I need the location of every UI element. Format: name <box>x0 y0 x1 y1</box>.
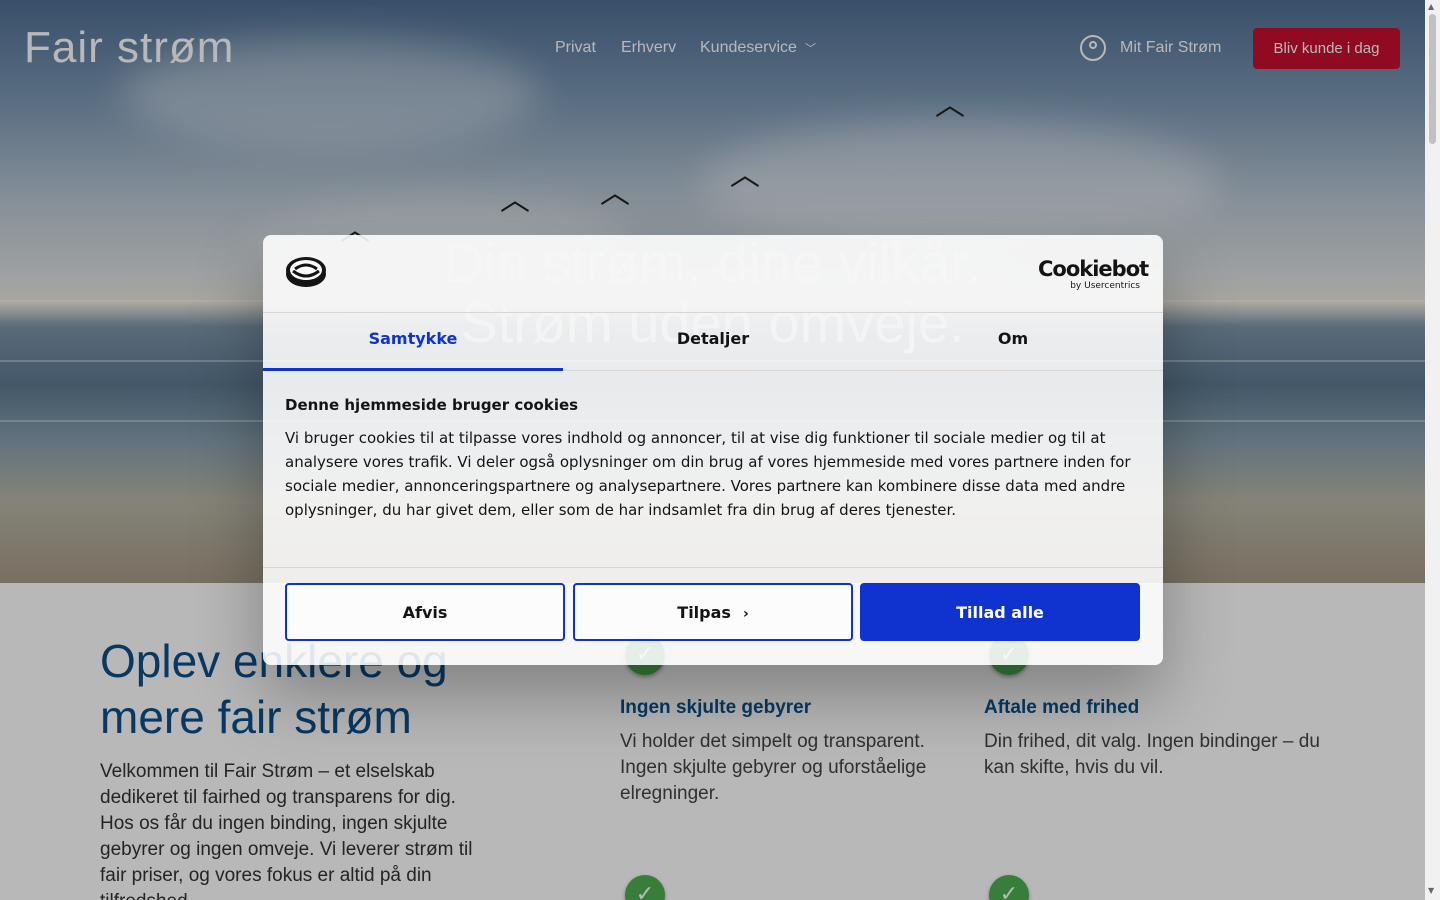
accept-all-button[interactable]: Tillad alle <box>860 583 1140 641</box>
dialog-title: Denne hjemmeside bruger cookies <box>285 396 579 414</box>
customize-button-label: Tilpas <box>677 602 731 622</box>
dialog-tabs: Samtykke Detaljer Om <box>263 313 1163 371</box>
tab-om[interactable]: Om <box>863 313 1163 370</box>
scroll-down-arrow-icon[interactable]: ▼ <box>1428 886 1434 895</box>
chevron-right-icon: › <box>742 605 749 622</box>
scrollbar-thumb[interactable] <box>1429 14 1436 144</box>
cookiebot-name: Cookiebot <box>1038 257 1149 281</box>
tab-samtykke[interactable]: Samtykke <box>263 313 563 371</box>
dialog-body: Denne hjemmeside bruger cookies Vi bruge… <box>285 396 1145 522</box>
scroll-up-arrow-icon[interactable]: ▲ <box>1428 2 1434 11</box>
dialog-header: Cookiebot by Usercentrics <box>263 235 1163 313</box>
cookie-consent-dialog: Cookiebot by Usercentrics Samtykke Detal… <box>263 235 1163 665</box>
customize-button[interactable]: Tilpas › <box>573 583 853 641</box>
dialog-footer: Afvis Tilpas › Tillad alle <box>263 567 1163 665</box>
cookie-icon <box>286 257 326 287</box>
cookiebot-logo: Cookiebot by Usercentrics <box>1038 257 1149 291</box>
tab-detaljer[interactable]: Detaljer <box>563 313 863 370</box>
reject-button[interactable]: Afvis <box>285 583 565 641</box>
cookiebot-sub: by Usercentrics <box>1070 281 1140 291</box>
scrollbar[interactable]: ▲ ▼ <box>1425 0 1440 900</box>
dialog-description: Vi bruger cookies til at tilpasse vores … <box>285 429 1131 519</box>
